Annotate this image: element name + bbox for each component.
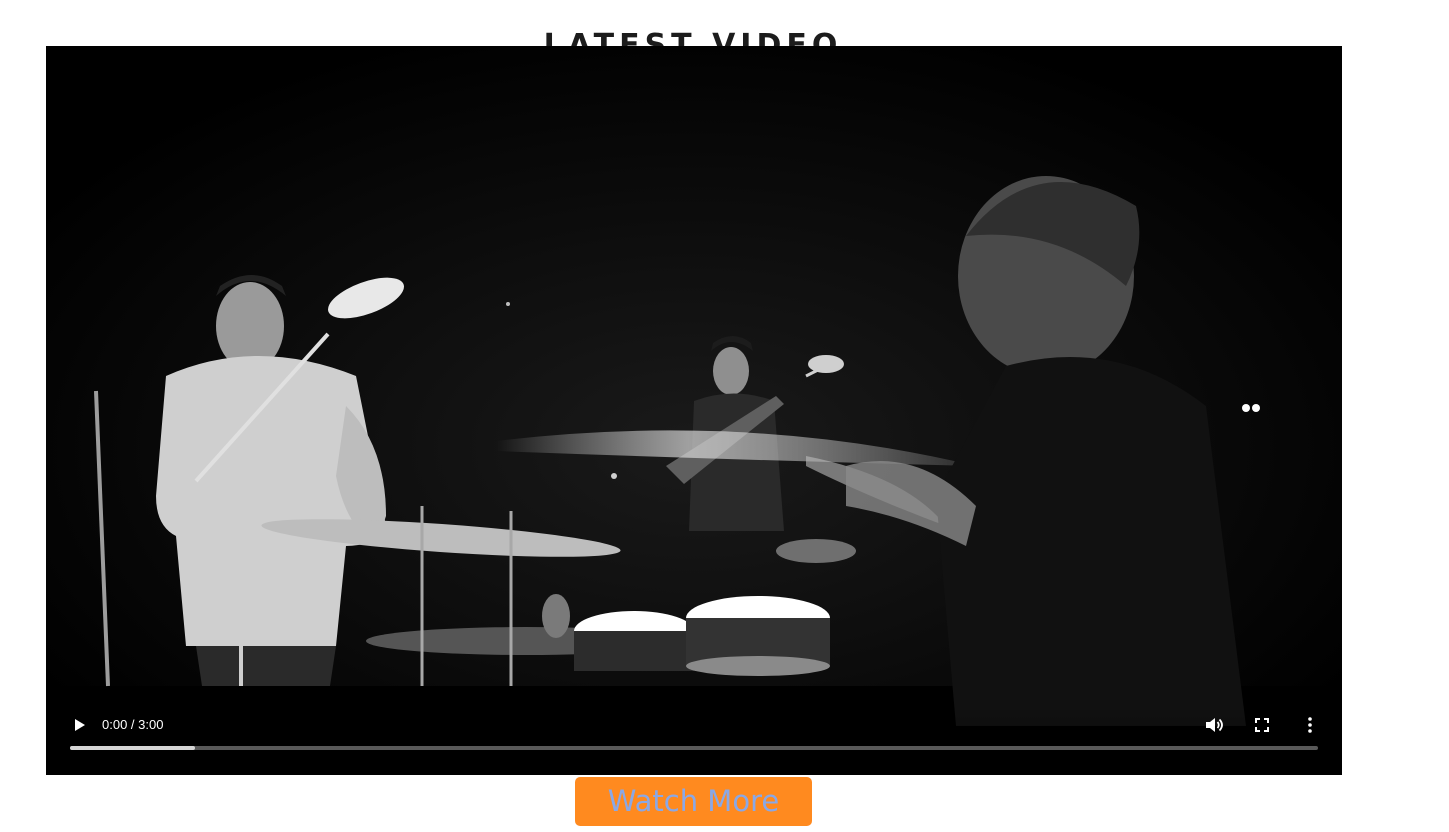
watch-more-button[interactable]: Watch More	[575, 777, 812, 826]
video-controls: 0:00 / 3:00	[46, 706, 1342, 775]
progress-bar[interactable]	[70, 746, 1318, 750]
time-readout: 0:00 / 3:00	[102, 717, 164, 732]
buffered-progress	[70, 746, 195, 750]
play-icon[interactable]	[68, 714, 90, 736]
fullscreen-icon[interactable]	[1251, 714, 1273, 736]
volume-icon[interactable]	[1203, 714, 1225, 736]
video-player[interactable]: 0:00 / 3:00	[46, 46, 1342, 775]
more-options-icon[interactable]	[1299, 714, 1321, 736]
video-frame-image	[46, 46, 1342, 775]
